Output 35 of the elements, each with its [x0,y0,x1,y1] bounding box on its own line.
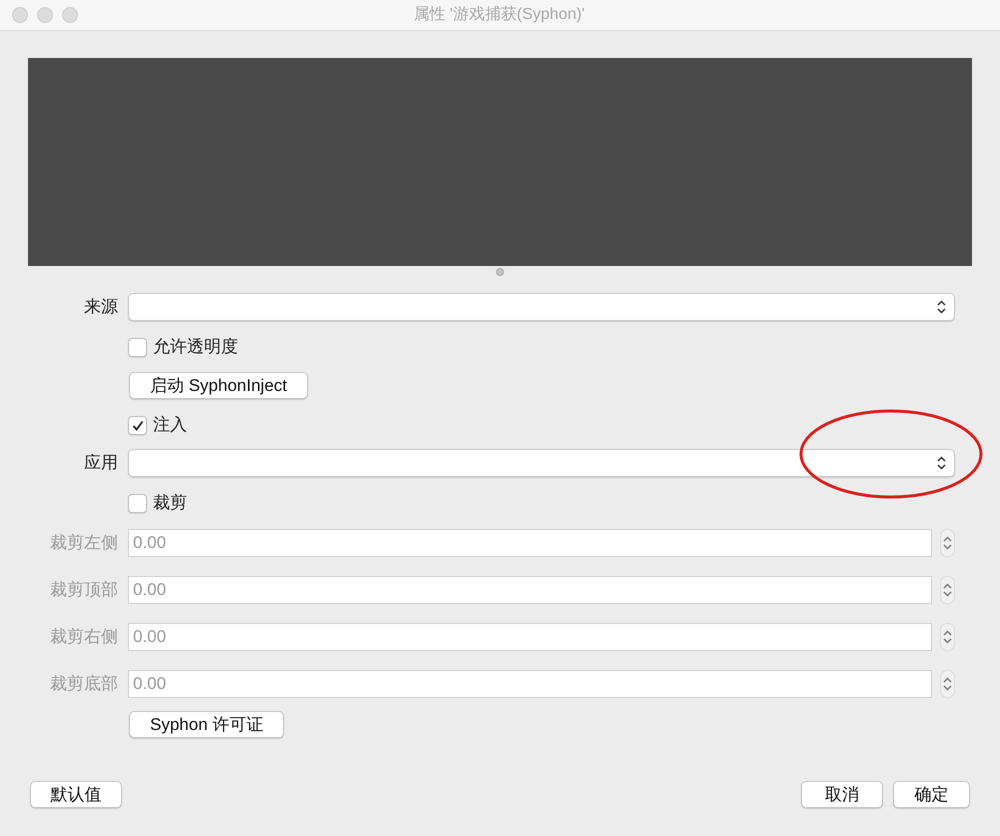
stepper-arrows-icon [943,536,952,550]
push-button[interactable]: 启动 SyphonInject [129,372,308,399]
stepper-arrows-icon [943,583,952,597]
checkbox-label: 允许透明度 [153,336,238,358]
minimize-window-icon[interactable] [37,7,53,23]
cancel-button[interactable]: 取消 [801,781,883,808]
field-label: 裁剪左侧 [50,532,118,554]
dropdown-select[interactable] [128,449,955,477]
stepper-arrows-icon [943,630,952,644]
zoom-window-icon[interactable] [62,7,78,23]
push-button[interactable]: Syphon 许可证 [129,711,284,738]
checkbox-label: 注入 [153,414,187,436]
checkbox-label: 裁剪 [153,492,187,514]
field-value: 0.00 [133,673,166,696]
dropdown-select[interactable] [128,293,955,321]
checkbox[interactable] [128,494,147,512]
splitter-handle[interactable] [496,268,504,276]
field-value: 0.00 [133,532,166,554]
chevron-updown-icon [937,456,946,470]
defaults-button[interactable]: 默认值 [30,781,122,808]
checkbox[interactable] [128,416,147,434]
field-value: 0.00 [133,626,166,648]
field-label: 裁剪右侧 [50,626,118,648]
close-window-icon[interactable] [12,7,28,23]
field-label: 裁剪底部 [50,673,118,696]
checkmark-icon [132,420,144,430]
checkbox[interactable] [128,338,147,356]
chevron-updown-icon [937,300,946,314]
stepper-arrows-icon [943,677,952,691]
ok-button[interactable]: 确定 [893,781,970,808]
field-value: 0.00 [133,579,166,602]
window-title: 属性 '游戏捕获(Syphon)' [413,4,585,25]
field-label: 来源 [84,296,118,318]
field-label: 裁剪顶部 [50,579,118,602]
field-label: 应用 [84,452,118,474]
